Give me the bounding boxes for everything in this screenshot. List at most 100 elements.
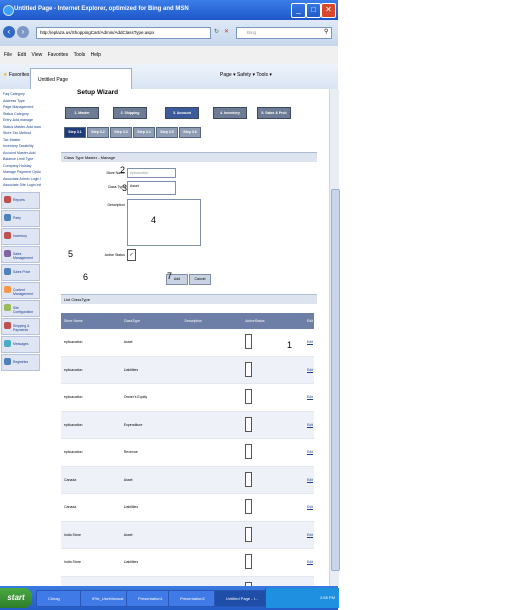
search-icon[interactable]: ⚲ <box>324 28 328 35</box>
command-bar[interactable]: Page ▾ Safety ▾ Tools ▾ <box>220 72 272 78</box>
active-status-cell <box>242 438 304 467</box>
browser-tab[interactable]: Untitled Page <box>30 68 132 89</box>
nav-link[interactable]: Associate Site Login Info <box>0 182 43 189</box>
active-status-checkbox[interactable] <box>245 334 253 350</box>
active-status-checkbox[interactable]: ✓ <box>127 249 136 261</box>
stop-icon[interactable]: ✕ <box>224 28 229 35</box>
classtype-cell: Asset <box>120 329 182 357</box>
menu-edit[interactable]: Edit <box>17 52 26 58</box>
scrollbar-thumb[interactable] <box>331 189 340 571</box>
active-status-checkbox[interactable] <box>245 389 253 405</box>
active-status-cell <box>242 329 304 357</box>
step-3-3[interactable]: Step 3.3 <box>110 127 132 138</box>
favorites-button[interactable]: ★ Favorites <box>3 72 29 78</box>
description-cell <box>181 438 243 467</box>
edit-link[interactable]: Edit <box>307 560 313 564</box>
menu-favorites[interactable]: Favorites <box>48 52 69 58</box>
edit-link[interactable]: Edit <box>307 340 313 344</box>
description-cell <box>181 493 243 522</box>
annotation-marker-3: 3 <box>122 183 128 193</box>
step-3-1[interactable]: Step 3.1 <box>64 127 86 138</box>
wizard-tab-account[interactable]: 3. Account <box>165 107 199 119</box>
classtype-cell: Liabilities <box>120 548 182 577</box>
step-3-2[interactable]: Step 3.2 <box>87 127 109 138</box>
edit-link[interactable]: Edit <box>307 533 313 537</box>
maximize-button[interactable]: □ <box>306 3 321 18</box>
nav-section-sales-price[interactable]: Sales Price <box>1 263 40 281</box>
edit-link[interactable]: Edit <box>307 450 313 454</box>
description-cell <box>181 548 243 577</box>
forward-button[interactable]: › <box>17 26 29 38</box>
nav-section-messages[interactable]: Messages <box>1 335 40 353</box>
active-status-checkbox[interactable] <box>245 416 253 432</box>
annotation-marker-5: 5 <box>68 249 74 259</box>
classtype-table: Store Name ClassType Description ActiveS… <box>61 313 314 586</box>
edit-link[interactable]: Edit <box>307 423 313 427</box>
refresh-icon[interactable]: ↻ <box>214 28 219 35</box>
nav-section-party[interactable]: Party <box>1 209 40 227</box>
window-title-bar: Untitled Page - Internet Explorer, optim… <box>0 0 338 20</box>
column-header-description: Description <box>181 313 243 329</box>
close-button[interactable]: ✕ <box>321 3 336 18</box>
nav-section-shipping-payments[interactable]: Shipping & Payments <box>1 317 40 335</box>
menu-view[interactable]: View <box>31 52 42 58</box>
column-header-edit: Edit <box>303 313 314 329</box>
vertical-scrollbar[interactable] <box>329 89 340 586</box>
minimize-button[interactable]: _ <box>291 3 306 18</box>
nav-link[interactable]: Manage Payment Option <box>0 169 43 176</box>
start-button[interactable]: start <box>0 588 32 608</box>
nav-section-sales-management[interactable]: Sales Management <box>1 245 40 263</box>
messages-icon <box>4 339 11 347</box>
classtype-cell: Asset <box>120 466 182 494</box>
active-status-checkbox[interactable] <box>245 526 253 542</box>
edit-link[interactable]: Edit <box>307 478 313 482</box>
description-cell <box>181 521 243 549</box>
edit-cell: Edit <box>303 521 314 549</box>
left-navigation: Faq Category Address Type Page Managemen… <box>0 89 47 586</box>
edit-cell: Edit <box>303 356 314 384</box>
search-input[interactable]: Bing <box>236 27 332 39</box>
step-3-6[interactable]: Step 3.6 <box>179 127 201 138</box>
wizard-tab-master[interactable]: 1. Master <box>65 107 99 119</box>
nav-section-content-management[interactable]: Content Management <box>1 281 40 299</box>
active-status-checkbox[interactable] <box>245 554 253 570</box>
class-type-input[interactable]: Asset <box>127 181 176 195</box>
wizard-tab-inventory[interactable]: 4. Inventory <box>213 107 247 119</box>
windows-taskbar: start Chirag IFile_UserManual Presentati… <box>0 586 339 610</box>
wizard-tab-shipping[interactable]: 2. Shipping <box>113 107 147 119</box>
table-row: eplicacation Liabilities Edit <box>61 356 314 384</box>
store-name-select[interactable]: eplicacation <box>127 168 176 178</box>
active-status-cell <box>242 521 304 549</box>
nav-section-inventory[interactable]: Inventory <box>1 227 40 245</box>
edit-link[interactable]: Edit <box>307 395 313 399</box>
back-button[interactable]: ‹ <box>3 26 15 38</box>
classtype-cell: Owner's Equity <box>120 383 182 412</box>
shipping-icon <box>4 321 11 329</box>
active-status-checkbox[interactable] <box>245 499 253 515</box>
classtype-cell: Liabilities <box>120 493 182 522</box>
description-cell <box>181 411 243 439</box>
nav-section-registries[interactable]: Registries <box>1 353 40 371</box>
nav-section-label: Messages <box>13 341 29 346</box>
menu-tools[interactable]: Tools <box>74 52 86 58</box>
wizard-tab-sales[interactable]: 5. Sales & Prch <box>257 107 291 119</box>
edit-cell: Edit <box>303 493 314 522</box>
active-status-checkbox[interactable] <box>245 471 253 487</box>
menu-help[interactable]: Help <box>91 52 101 58</box>
edit-link[interactable]: Edit <box>307 505 313 509</box>
nav-section-reports[interactable]: Reports <box>1 191 40 209</box>
edit-link[interactable]: Edit <box>307 368 313 372</box>
description-cell <box>181 383 243 412</box>
nav-section-site-configuration[interactable]: Site Configuration <box>1 299 40 317</box>
step-3-4[interactable]: Step 3.4 <box>133 127 155 138</box>
active-status-checkbox[interactable] <box>245 361 253 377</box>
config-icon <box>4 303 11 311</box>
menu-file[interactable]: File <box>4 52 12 58</box>
cancel-button[interactable]: Cancel <box>189 274 211 285</box>
active-status-checkbox[interactable] <box>245 444 253 460</box>
description-textarea[interactable] <box>127 199 201 246</box>
step-3-5[interactable]: Step 3.5 <box>156 127 178 138</box>
nav-link[interactable]: Status Category Entry-Add,manage <box>0 111 39 124</box>
window-title: Untitled Page - Internet Explorer, optim… <box>14 6 189 12</box>
address-input[interactable]: http://eplaza.us/ShoppingCart/Admin/AddC… <box>36 27 211 39</box>
